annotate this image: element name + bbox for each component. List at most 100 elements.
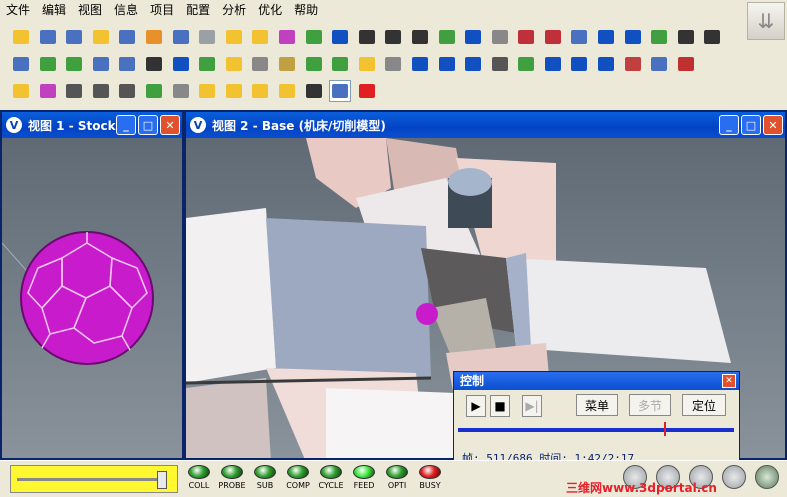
toolbar-button[interactable] [223,80,245,102]
speed-slider-thumb[interactable] [156,471,167,489]
toolbar-button[interactable] [436,53,458,75]
menu-config[interactable]: 配置 [180,0,216,20]
toolbar-button[interactable] [249,53,271,75]
view1-viewport[interactable] [2,138,182,458]
toolbar-button[interactable] [515,26,537,48]
toolbar-button[interactable] [568,26,590,48]
toolbar-button[interactable] [63,26,85,48]
toolbar-button[interactable] [196,80,218,102]
minimize-button[interactable]: _ [719,115,739,135]
maximize-button[interactable]: □ [138,115,158,135]
step-round-button[interactable] [722,465,746,489]
minimize-button[interactable]: _ [116,115,136,135]
control-close-button[interactable]: ✕ [722,374,736,388]
toolbar-button[interactable] [595,26,617,48]
toolbar-button[interactable] [356,80,378,102]
multi-step-button[interactable]: 多节 [629,394,671,416]
toolbar-button[interactable] [622,53,644,75]
toolbar-button[interactable] [276,26,298,48]
toolbar-button[interactable] [37,26,59,48]
toolbar-button[interactable] [276,53,298,75]
toolbar-button[interactable] [223,53,245,75]
toolbar-button[interactable] [515,53,537,75]
toolbar-button[interactable] [143,80,165,102]
toolbar-button[interactable] [675,53,697,75]
menu-file[interactable]: 文件 [0,0,36,20]
expand-toolbar-button[interactable]: ⇊ [747,2,785,40]
toolbar-button[interactable] [701,26,723,48]
toolbar-button[interactable] [436,26,458,48]
toolbar-button[interactable] [10,80,32,102]
toolbar-button[interactable] [568,53,590,75]
menu-project[interactable]: 项目 [144,0,180,20]
menu-info[interactable]: 信息 [108,0,144,20]
toolbar-button[interactable] [303,26,325,48]
toolbar-button[interactable] [170,26,192,48]
locate-button[interactable]: 定位 [682,394,726,416]
toolbar-button[interactable] [143,26,165,48]
toolbar-button[interactable] [329,53,351,75]
toolbar-button[interactable] [462,53,484,75]
menu-optimize[interactable]: 优化 [252,0,288,20]
toolbar-button[interactable] [648,53,670,75]
toolbar-button[interactable] [116,26,138,48]
view1-window[interactable]: V 视图 1 - Stock... _ □ ✕ [0,110,184,460]
toolbar-button[interactable] [10,53,32,75]
close-button[interactable]: ✕ [160,115,180,135]
view1-titlebar[interactable]: V 视图 1 - Stock... _ □ ✕ [2,112,182,138]
menu-view[interactable]: 视图 [72,0,108,20]
toolbar-button[interactable] [10,26,32,48]
toolbar-button[interactable] [90,53,112,75]
speed-slider[interactable] [10,465,178,493]
toolbar-button[interactable] [648,26,670,48]
toolbar-button[interactable] [382,26,404,48]
progress-marker[interactable] [663,422,666,436]
toolbar-button[interactable] [170,80,192,102]
toolbar-button[interactable] [196,26,218,48]
toolbar-button[interactable] [63,80,85,102]
toolbar-button[interactable] [37,80,59,102]
toolbar-button[interactable] [116,80,138,102]
toolbar-button[interactable] [409,53,431,75]
toolbar-button[interactable] [542,53,564,75]
toolbar-button[interactable] [595,53,617,75]
toolbar-button[interactable] [170,53,192,75]
toolbar-button[interactable] [489,26,511,48]
toolbar-button[interactable] [249,26,271,48]
toolbar-button[interactable] [675,26,697,48]
toolbar-button[interactable] [489,53,511,75]
toolbar-button[interactable] [303,80,325,102]
stop-button[interactable]: ■ [490,395,510,417]
toolbar-button[interactable] [356,53,378,75]
toolbar-button[interactable] [382,53,404,75]
step-button[interactable]: ▶| [522,395,542,417]
menu-button[interactable]: 菜单 [576,394,618,416]
toolbar-button[interactable] [249,80,271,102]
toolbar-button[interactable] [196,53,218,75]
play-round-button[interactable] [755,465,779,489]
toolbar-button[interactable] [90,80,112,102]
close-button[interactable]: ✕ [763,115,783,135]
menu-help[interactable]: 帮助 [288,0,324,20]
control-titlebar[interactable]: 控制 ✕ [454,372,739,390]
menu-analysis[interactable]: 分析 [216,0,252,20]
toolbar-button[interactable] [303,53,325,75]
menu-edit[interactable]: 编辑 [36,0,72,20]
toolbar-button[interactable] [63,53,85,75]
toolbar-button[interactable] [223,26,245,48]
toolbar-button[interactable] [356,26,378,48]
toolbar-button[interactable] [90,26,112,48]
toolbar-button[interactable] [116,53,138,75]
progress-bar[interactable] [458,422,734,436]
toolbar-button[interactable] [409,26,431,48]
toolbar-button[interactable] [143,53,165,75]
toolbar-button[interactable] [276,80,298,102]
toolbar-button[interactable] [622,26,644,48]
toolbar-button[interactable] [462,26,484,48]
control-dialog[interactable]: 控制 ✕ ▶ ■ ▶| 菜单 多节 定位 帧: 511/686 时间: 1:42… [453,371,740,467]
maximize-button[interactable]: □ [741,115,761,135]
toolbar-button[interactable] [329,26,351,48]
play-button[interactable]: ▶ [466,395,486,417]
toolbar-button[interactable] [37,53,59,75]
toolbar-button[interactable] [542,26,564,48]
